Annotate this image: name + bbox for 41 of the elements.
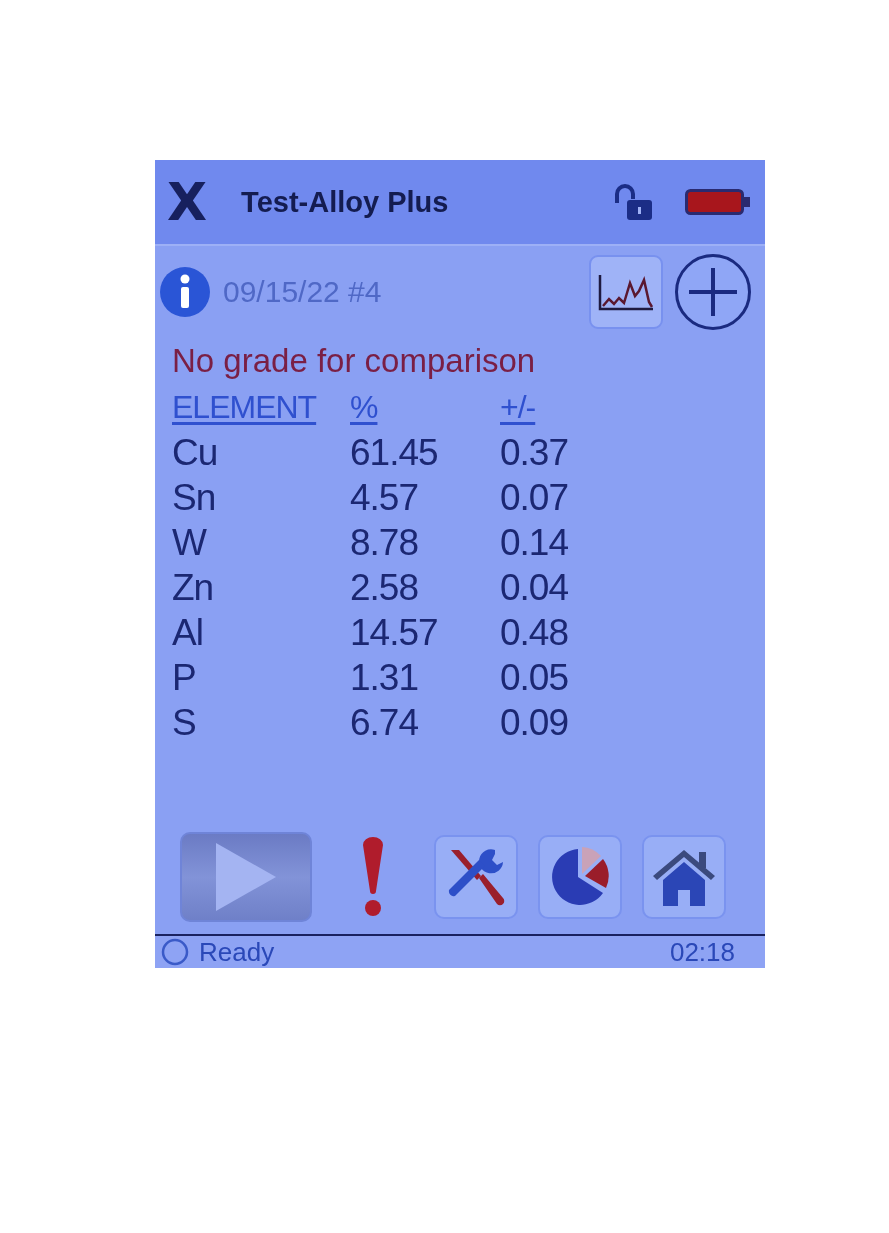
table-cell-text: P [172, 656, 196, 700]
column-header: ELEMENT [172, 388, 317, 426]
sample-label: 09/15/22 #4 [223, 275, 383, 309]
table-cell-text: 14.57 [350, 611, 438, 655]
status-message: No grade for comparison [172, 341, 537, 381]
table-cell-text: 0.04 [500, 566, 568, 610]
table-cell-text: 0.37 [500, 431, 568, 475]
play-icon [214, 841, 278, 913]
info-icon[interactable] [159, 266, 211, 318]
table-cell-text: 6.74 [350, 701, 418, 745]
table-cell-text: W [172, 521, 206, 565]
logo: X [167, 176, 208, 228]
chart-button[interactable] [538, 835, 622, 919]
padlock-icon [613, 183, 653, 221]
spectrum-icon [597, 272, 655, 312]
column-header: % [350, 388, 378, 426]
column-header: +/- [500, 388, 536, 426]
table-cell-text: 0.05 [500, 656, 568, 700]
home-button[interactable] [642, 835, 726, 919]
battery-icon [685, 187, 751, 217]
table-cell-text: S [172, 701, 196, 745]
plus-icon [687, 266, 739, 318]
table-cell-text: 8.78 [350, 521, 418, 565]
table-cell-text: 2.58 [350, 566, 418, 610]
table-cell-text: Zn [172, 566, 214, 610]
table-cell-text: 4.57 [350, 476, 418, 520]
table-cell-text: 61.45 [350, 431, 438, 475]
table-cell-text: Sn [172, 476, 216, 520]
app-title: Test-Alloy Plus [241, 185, 450, 219]
table-cell-text: 0.48 [500, 611, 568, 655]
tools-button[interactable] [434, 835, 518, 919]
table-cell-text: Al [172, 611, 203, 655]
exclamation-icon[interactable] [360, 837, 386, 917]
table-cell-text: 0.09 [500, 701, 568, 745]
table-cell-text: Cu [172, 431, 218, 475]
clock-time: 02:18 [669, 936, 735, 968]
table-cell-text: 1.31 [350, 656, 418, 700]
table-cell-text: 0.14 [500, 521, 568, 565]
table-cell-text: 0.07 [500, 476, 568, 520]
spectrum-button[interactable] [589, 255, 663, 329]
status-text: Ready [199, 936, 276, 968]
